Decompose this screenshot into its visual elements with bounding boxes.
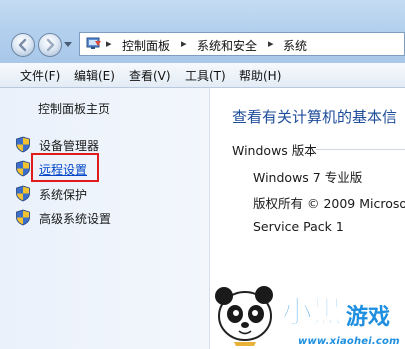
task-label[interactable]: 设备管理器: [39, 137, 99, 154]
menu-edit[interactable]: 编辑(E): [74, 67, 115, 84]
control-panel-home-link[interactable]: 控制面板主页: [38, 100, 110, 117]
task-label[interactable]: 高级系统设置: [39, 210, 111, 227]
control-panel-icon: [86, 37, 101, 49]
uac-shield-icon: [16, 185, 30, 202]
menu-bar: 文件(F) 编辑(E) 查看(V) 工具(T) 帮助(H): [0, 63, 405, 88]
address-bar[interactable]: ▸ 控制面板 ▸ 系统和安全 ▸ 系统: [79, 32, 405, 56]
menu-view[interactable]: 查看(V): [129, 67, 171, 84]
breadcrumb-separator[interactable]: ▸: [268, 37, 274, 50]
breadcrumb-system[interactable]: 系统: [283, 37, 307, 54]
uac-shield-icon: [16, 136, 30, 153]
windows-edition-header: Windows 版本: [232, 143, 317, 158]
menu-tools[interactable]: 工具(T): [185, 67, 226, 84]
uac-shield-icon: [16, 160, 30, 177]
menu-file[interactable]: 文件(F): [20, 67, 60, 84]
page-title: 查看有关计算机的基本信: [232, 108, 398, 126]
recent-pages-dropdown-icon[interactable]: [64, 42, 72, 48]
service-pack-value: Service Pack 1: [253, 219, 344, 234]
breadcrumb-control-panel[interactable]: 控制面板: [122, 37, 170, 54]
windows-edition-value: Windows 7 专业版: [253, 170, 363, 185]
panda-mascot-icon: [215, 286, 273, 346]
back-button[interactable]: [11, 33, 35, 57]
highlight-annotation: [31, 153, 99, 182]
forward-arrow-icon: [46, 38, 55, 52]
menu-help[interactable]: 帮助(H): [239, 67, 281, 84]
svg-text:小黑: 小黑: [282, 295, 342, 330]
xiaohei-logo: 小黑 游戏: [282, 295, 391, 331]
copyright-text: 版权所有 © 2009 Microsof: [253, 196, 405, 211]
breadcrumb-separator[interactable]: ▸: [106, 37, 112, 50]
forward-button[interactable]: [38, 33, 62, 57]
section-divider: [316, 149, 405, 150]
breadcrumb-separator[interactable]: ▸: [181, 37, 187, 50]
uac-shield-icon: [16, 209, 30, 226]
watermark-url: www.xiaohei.com: [298, 336, 400, 347]
task-label[interactable]: 系统保护: [39, 186, 87, 203]
svg-text:游戏: 游戏: [346, 304, 390, 330]
title-bar: ▸ 控制面板 ▸ 系统和安全 ▸ 系统: [0, 0, 405, 63]
back-arrow-icon: [18, 38, 27, 52]
breadcrumb-system-security[interactable]: 系统和安全: [197, 37, 257, 54]
task-pane: 控制面板主页 设备管理器 远程设置 系统保护 高级系统设置: [0, 88, 210, 349]
